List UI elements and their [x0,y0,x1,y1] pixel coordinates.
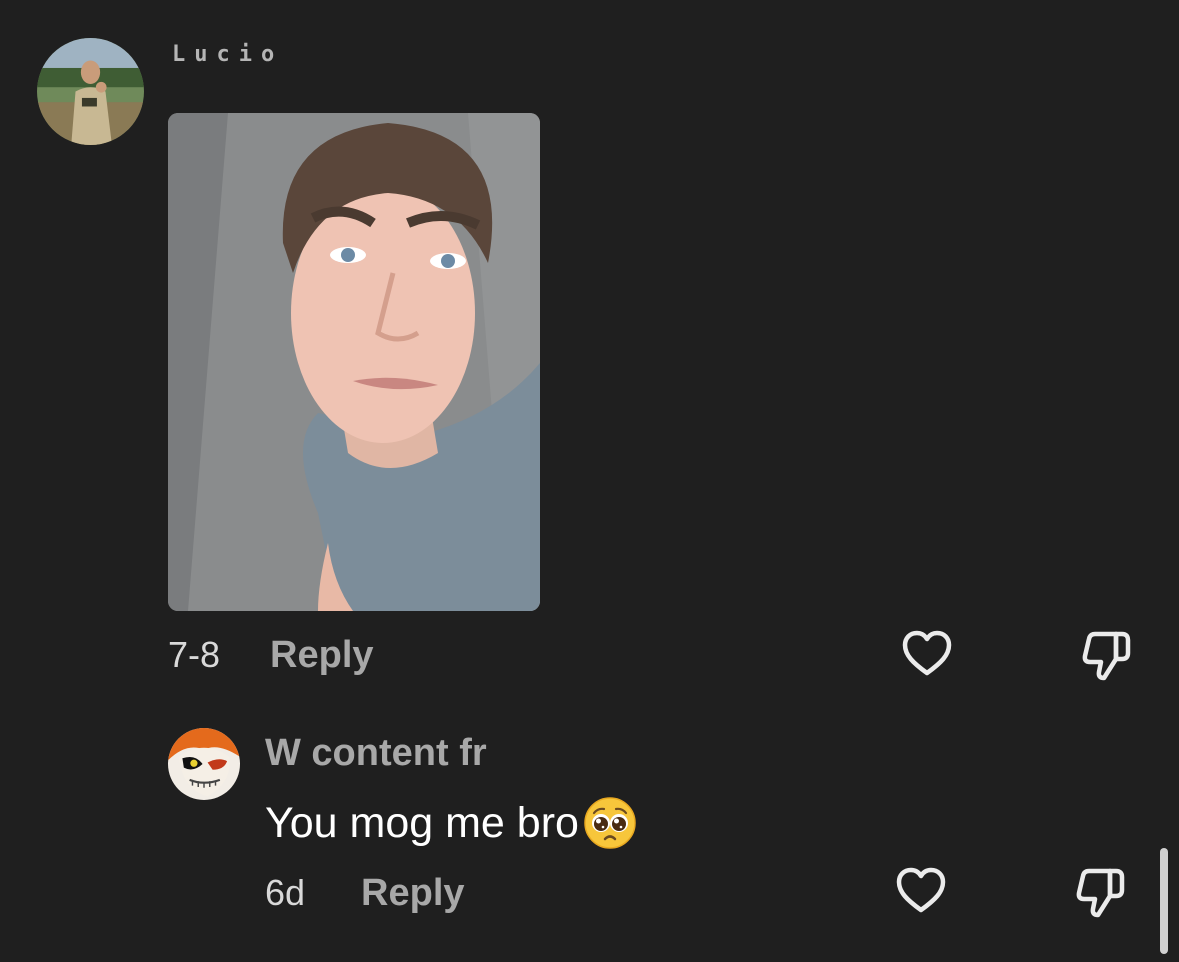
comment-item: Lucio 7-8 Reply [0,0,1179,700]
comment-timestamp: 7-8 [168,634,221,675]
anime-mask-avatar[interactable] [168,728,240,800]
comment-photo[interactable] [168,113,540,611]
heart-outline-icon[interactable] [899,626,955,682]
pleading-face-emoji [583,796,637,850]
comment-username[interactable]: Lucio [172,42,283,67]
comment-username[interactable]: W content fr [265,732,487,775]
comment-item: W content fr You mog me bro 6d Reply [0,700,1179,962]
thumbs-down-icon[interactable] [1072,863,1128,919]
comment-body: You mog me bro [265,796,637,850]
comment-text: You mog me bro [265,798,579,847]
scrollbar[interactable] [1160,848,1168,954]
comment-meta: 7-8 Reply [168,630,374,680]
thumbs-down-icon[interactable] [1078,626,1134,682]
user-avatar[interactable] [37,38,144,145]
reply-button[interactable]: Reply [270,634,373,677]
heart-outline-icon[interactable] [893,863,949,919]
reply-button[interactable]: Reply [361,872,464,915]
comment-meta: 6d Reply [265,868,465,918]
comment-timestamp: 6d [265,872,306,913]
